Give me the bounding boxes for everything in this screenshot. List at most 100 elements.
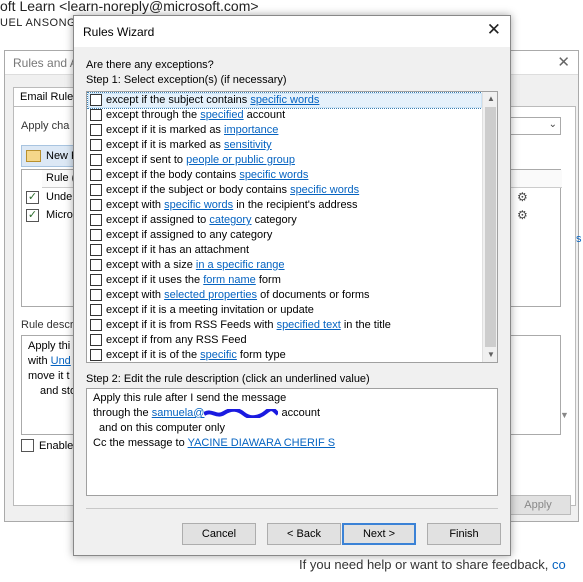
exception-item[interactable]: except if the body contains specific wor… bbox=[88, 168, 482, 183]
exception-text: category bbox=[251, 214, 297, 226]
exception-value-link[interactable]: specific words bbox=[239, 169, 308, 181]
back-button[interactable]: < Back bbox=[267, 523, 341, 545]
exception-text: account bbox=[243, 109, 286, 121]
exception-item[interactable]: except through the specified account bbox=[88, 108, 482, 123]
scroll-up-icon[interactable]: ▲ bbox=[487, 94, 495, 103]
exception-value-link[interactable]: selected properties bbox=[164, 289, 257, 301]
exception-item[interactable]: except if from any RSS Feed bbox=[88, 333, 482, 348]
enable-label: Enable bbox=[39, 440, 74, 452]
desc-link[interactable]: Und bbox=[51, 355, 71, 367]
exception-item[interactable]: except if it has an attachment bbox=[88, 243, 482, 258]
desc-line: Apply this rule after I send the message bbox=[93, 392, 287, 404]
account-link[interactable]: samuela@ bbox=[152, 407, 279, 419]
exception-item[interactable]: except if it is marked as importance bbox=[88, 123, 482, 138]
exception-item[interactable]: except if it is from RSS Feeds with spec… bbox=[88, 318, 482, 333]
exception-item[interactable]: except if the subject or body contains s… bbox=[88, 183, 482, 198]
exception-checkbox[interactable] bbox=[90, 124, 102, 136]
exception-checkbox[interactable] bbox=[90, 334, 102, 346]
exception-checkbox[interactable] bbox=[90, 319, 102, 331]
exception-text: except if it is from RSS Feeds with bbox=[106, 319, 277, 331]
exception-value-link[interactable]: specific words bbox=[164, 199, 233, 211]
exception-value-link[interactable]: in a specific range bbox=[196, 259, 285, 271]
rule-enabled-checkbox[interactable]: ✓ bbox=[26, 209, 39, 222]
email-to-line: UEL ANSONG bbox=[0, 17, 77, 29]
rule-enabled-checkbox[interactable]: ✓ bbox=[26, 191, 39, 204]
exception-item[interactable]: except if assigned to any category bbox=[88, 228, 482, 243]
exception-value-link[interactable]: category bbox=[209, 214, 251, 226]
close-icon[interactable]: ✕ bbox=[557, 53, 570, 71]
finish-button[interactable]: Finish bbox=[427, 523, 501, 545]
feedback-link[interactable]: co bbox=[552, 557, 566, 572]
exception-checkbox[interactable] bbox=[90, 229, 102, 241]
next-button[interactable]: Next > bbox=[342, 523, 416, 545]
exception-value-link[interactable]: form name bbox=[203, 274, 256, 286]
exception-checkbox[interactable] bbox=[90, 184, 102, 196]
exception-value-link[interactable]: importance bbox=[224, 124, 278, 136]
apply-button[interactable]: Apply bbox=[505, 495, 571, 515]
exception-item[interactable]: except with specific words in the recipi… bbox=[88, 198, 482, 213]
exception-item[interactable]: except if sent to people or public group bbox=[88, 153, 482, 168]
exception-checkbox[interactable] bbox=[90, 109, 102, 121]
exception-checkbox[interactable] bbox=[90, 289, 102, 301]
exceptions-list[interactable]: except if the subject contains specific … bbox=[86, 91, 498, 363]
exception-checkbox[interactable] bbox=[90, 139, 102, 151]
recipient-link[interactable]: YACINE DIAWARA CHERIF S bbox=[188, 437, 336, 449]
exception-value-link[interactable]: specific words bbox=[250, 94, 319, 106]
step2-label: Step 2: Edit the rule description (click… bbox=[86, 373, 370, 385]
exception-checkbox[interactable] bbox=[90, 94, 102, 106]
rule-options-icon[interactable]: ⚙ bbox=[517, 208, 528, 222]
scroll-thumb[interactable] bbox=[485, 107, 496, 347]
exception-value-link[interactable]: sensitivity bbox=[224, 139, 272, 151]
exception-item[interactable]: except if it is a meeting invitation or … bbox=[88, 303, 482, 318]
dialog-title: Rules Wizard bbox=[83, 25, 155, 39]
exception-item[interactable]: except if assigned to category category bbox=[88, 213, 482, 228]
exception-value-link[interactable]: specific bbox=[200, 349, 237, 361]
exception-text: except if the body contains bbox=[106, 169, 240, 181]
exception-text: except if it is of the bbox=[106, 349, 201, 361]
exception-value-link[interactable]: specified bbox=[200, 109, 243, 121]
exception-text: except if it is marked as bbox=[106, 124, 224, 136]
exception-value-link[interactable]: specific words bbox=[290, 184, 359, 196]
exception-checkbox[interactable] bbox=[90, 154, 102, 166]
apply-changes-label: Apply cha bbox=[21, 120, 70, 132]
exception-checkbox[interactable] bbox=[90, 259, 102, 271]
exception-text: except if it is marked as bbox=[106, 139, 224, 151]
exception-checkbox[interactable] bbox=[90, 199, 102, 211]
exception-checkbox[interactable] bbox=[90, 349, 102, 361]
rule-options-icon[interactable]: ⚙ bbox=[517, 190, 528, 204]
exception-text: except if sent to bbox=[106, 154, 187, 166]
exception-item[interactable]: except with selected properties of docum… bbox=[88, 288, 482, 303]
exception-value-link[interactable]: people or public group bbox=[186, 154, 295, 166]
scrollbar[interactable]: ▲ ▼ bbox=[482, 92, 497, 362]
exception-value-link[interactable]: specified text bbox=[277, 319, 341, 331]
desc-line: through the samuela@ account bbox=[93, 407, 321, 419]
new-rule-icon bbox=[26, 150, 41, 162]
exception-item[interactable]: except if the subject contains specific … bbox=[87, 92, 483, 109]
exception-text: in the recipient's address bbox=[233, 199, 358, 211]
enable-checkbox[interactable] bbox=[21, 439, 34, 452]
rule-description-label: Rule descr bbox=[21, 319, 74, 331]
exception-checkbox[interactable] bbox=[90, 244, 102, 256]
exception-checkbox[interactable] bbox=[90, 169, 102, 181]
exceptions-question: Are there any exceptions? bbox=[86, 59, 214, 71]
folder-dropdown[interactable]: ⌄ bbox=[505, 117, 561, 135]
exception-text: except if assigned to bbox=[106, 214, 210, 226]
exception-text: form bbox=[255, 274, 281, 286]
cancel-button[interactable]: Cancel bbox=[182, 523, 256, 545]
exception-text: except if from any RSS Feed bbox=[106, 334, 247, 346]
side-text: s bbox=[576, 233, 582, 245]
exception-item[interactable]: except if it is of the specific form typ… bbox=[88, 348, 482, 362]
exception-checkbox[interactable] bbox=[90, 304, 102, 316]
desc-line: Cc the message to YACINE DIAWARA CHERIF … bbox=[93, 437, 336, 449]
exception-text: except with a size bbox=[106, 259, 196, 271]
exception-text: except if it is a meeting invitation or … bbox=[106, 304, 314, 316]
exception-item[interactable]: except if it uses the form name form bbox=[88, 273, 482, 288]
scroll-down-icon[interactable]: ▼ bbox=[487, 350, 495, 359]
exception-checkbox[interactable] bbox=[90, 274, 102, 286]
close-icon[interactable]: ✕ bbox=[487, 20, 501, 40]
exception-item[interactable]: except with a size in a specific range bbox=[88, 258, 482, 273]
exception-item[interactable]: except if it is marked as sensitivity bbox=[88, 138, 482, 153]
exception-checkbox[interactable] bbox=[90, 214, 102, 226]
separator bbox=[86, 508, 498, 509]
scroll-down-icon[interactable]: ▼ bbox=[560, 410, 569, 420]
